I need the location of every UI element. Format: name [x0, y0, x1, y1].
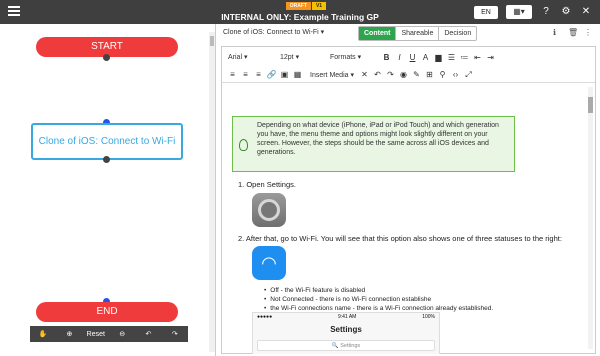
clear-format-icon[interactable]: ✕: [358, 70, 371, 79]
list-item: Off - the Wi-Fi feature is disabled: [264, 286, 493, 295]
editor-toolbar-row-1: Arial ▾ 12pt ▾ Formats ▾ B I U A ▆ ☰ ≔ ⇤…: [222, 49, 595, 65]
code-icon[interactable]: ‹›: [449, 70, 462, 79]
step-one-text: 1. Open Settings.: [238, 180, 296, 189]
version-badge: V1: [311, 2, 327, 10]
close-icon[interactable]: ✕: [580, 6, 592, 18]
zoom-out-icon[interactable]: ⊖: [109, 330, 135, 338]
template-icon[interactable]: ⊞: [423, 70, 436, 79]
pencil-icon[interactable]: ✎: [410, 70, 423, 79]
list-item: Not Connected - there is no Wi-Fi connec…: [264, 295, 493, 304]
align-left-icon[interactable]: ≡: [226, 70, 239, 79]
step-title-dropdown[interactable]: Clone of iOS: Connect to Wi-Fi ▾: [223, 28, 324, 36]
italic-icon[interactable]: I: [393, 53, 406, 62]
help-icon[interactable]: ?: [540, 6, 552, 18]
task-node[interactable]: Clone of iOS: Connect to Wi-Fi: [31, 123, 183, 160]
phone-settings-title: Settings: [330, 325, 362, 334]
insert-media-select[interactable]: Insert Media ▾: [310, 71, 358, 79]
formats-select[interactable]: Formats ▾: [330, 53, 380, 61]
status-bullet-list: Off - the Wi-Fi feature is disabled Not …: [264, 286, 493, 313]
trash-icon[interactable]: 🗑: [568, 28, 578, 37]
flow-view-button[interactable]: ▦▾: [506, 5, 532, 19]
editor-content[interactable]: Depending on what device (iPhone, iPad o…: [222, 86, 587, 354]
end-node[interactable]: END: [36, 302, 178, 322]
note-text: Depending on what device (iPhone, iPad o…: [257, 122, 499, 156]
lightbulb-icon: [239, 139, 248, 151]
task-output-dot[interactable]: [103, 156, 110, 163]
info-icon[interactable]: ℹ: [553, 28, 556, 37]
align-right-icon[interactable]: ≡: [252, 70, 265, 79]
bullet-list-icon[interactable]: ☰: [445, 53, 458, 62]
content-panel: Clone of iOS: Connect to Wi-Fi ▾ Content…: [217, 24, 600, 356]
underline-icon[interactable]: U: [406, 53, 419, 62]
top-bar: DRAFT V1 INTERNAL ONLY: Example Training…: [0, 0, 600, 24]
phone-status-bar: ●●●●● 9:41 AM 100%: [257, 314, 435, 320]
font-size-select[interactable]: 12pt ▾: [280, 53, 324, 61]
undo-icon[interactable]: ↶: [135, 330, 161, 338]
flow-canvas: START Clone of iOS: Connect to Wi-Fi END…: [0, 24, 216, 356]
bold-icon[interactable]: B: [380, 53, 393, 62]
reset-zoom-button[interactable]: Reset: [83, 331, 109, 338]
tab-shareable[interactable]: Shareable: [396, 27, 440, 40]
text-color-icon[interactable]: A: [419, 53, 432, 62]
tab-content[interactable]: Content: [359, 27, 397, 40]
iphone-settings-screenshot: ●●●●● 9:41 AM 100% Settings 🔍 Settings: [252, 312, 440, 354]
preview-eye-icon[interactable]: ◉: [397, 70, 410, 79]
redo-edit-icon[interactable]: ↷: [384, 70, 397, 79]
draft-badge: DRAFT: [286, 2, 311, 10]
step-two-text: 2. After that, go to Wi-Fi. You will see…: [238, 234, 562, 243]
settings-app-icon: [252, 193, 286, 227]
info-note-box: Depending on what device (iPhone, iPad o…: [232, 116, 515, 172]
editor-toolbar-row-2: ≡ ≡ ≡ 🔗 ▣ ▦ Insert Media ▾ ✕ ↶ ↷ ◉ ✎ ⊞ ⚲…: [222, 67, 595, 83]
phone-search-field: 🔍 Settings: [257, 340, 435, 351]
highlight-icon[interactable]: ▆: [432, 53, 445, 62]
canvas-scrollbar[interactable]: [209, 32, 215, 352]
numbered-list-icon[interactable]: ≔: [458, 53, 471, 62]
content-tabs: Content Shareable Decision: [358, 26, 478, 41]
redo-icon[interactable]: ↷: [162, 330, 188, 338]
fullscreen-icon[interactable]: ⤢: [462, 70, 475, 80]
indent-icon[interactable]: ⇥: [484, 53, 497, 62]
more-icon[interactable]: ⋮: [584, 28, 592, 37]
language-button[interactable]: EN: [474, 6, 498, 19]
table-icon[interactable]: ▦: [291, 70, 304, 79]
undo-edit-icon[interactable]: ↶: [371, 70, 384, 79]
editor-scrollbar[interactable]: [588, 87, 593, 349]
version-badges: DRAFT V1: [286, 2, 327, 10]
image-icon[interactable]: ▣: [278, 70, 291, 79]
start-connector-dot[interactable]: [103, 54, 110, 61]
wifi-app-icon: ◠: [252, 246, 286, 280]
pin-icon[interactable]: ⚲: [436, 70, 449, 79]
zoom-in-icon[interactable]: ⊕: [56, 330, 82, 338]
canvas-toolbar: ✋ ⊕ Reset ⊖ ↶ ↷: [30, 326, 188, 342]
rich-text-editor: Arial ▾ 12pt ▾ Formats ▾ B I U A ▆ ☰ ≔ ⇤…: [221, 46, 596, 354]
settings-gear-icon[interactable]: ⚙: [560, 6, 572, 18]
align-center-icon[interactable]: ≡: [239, 70, 252, 79]
outdent-icon[interactable]: ⇤: [471, 53, 484, 62]
font-family-select[interactable]: Arial ▾: [228, 53, 274, 61]
hand-icon[interactable]: ✋: [30, 330, 56, 338]
tab-decision[interactable]: Decision: [439, 27, 476, 40]
link-icon[interactable]: 🔗: [265, 70, 278, 79]
